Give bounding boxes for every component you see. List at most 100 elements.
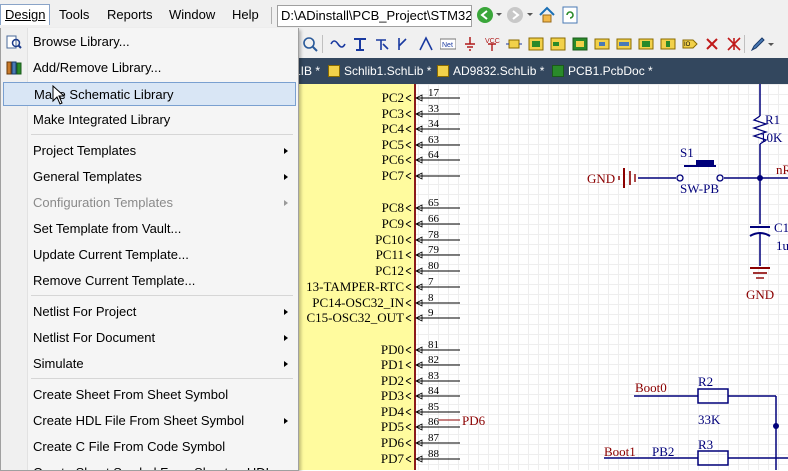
menu-help[interactable]: Help [228,5,263,25]
sheet-entry-icon[interactable] [550,36,566,52]
zoom-icon[interactable] [302,36,318,52]
gnd-label-left[interactable]: GND [587,171,615,186]
s1-switch[interactable] [696,160,714,166]
pin-name-label[interactable]: PC3 [382,106,404,121]
r1-value[interactable]: 10K [760,130,783,145]
pin-name-label[interactable]: PC14-OSC32_IN [312,295,404,310]
pin-io-arrow [405,423,412,431]
menu-item-general-templates[interactable]: General Templates [3,165,296,189]
port-icon-3[interactable] [638,36,654,52]
menu-item-add-remove-library[interactable]: Add/Remove Library... [3,56,296,80]
back-dropdown-icon[interactable] [496,13,502,16]
tab-pcb1[interactable]: PCB1.PcbDoc * [552,62,653,80]
pin-name-label[interactable]: 13-TAMPER-RTC [306,279,404,294]
schematic-canvas[interactable]: PC2 17 PC3 33 PC4 34 PC5 63 PC6 64 PC7 PC8 65 PC9 66 PC… [298,84,788,470]
menu-item-remove-current-template[interactable]: Remove Current Template... [3,269,296,293]
pin-name-label[interactable]: PD2 [381,373,404,388]
part-icon[interactable] [506,36,522,52]
r2-resistor[interactable] [697,388,729,404]
pin-name-label[interactable]: PC5 [382,137,404,152]
signal-harness-icon[interactable] [374,36,390,52]
harness-entry-icon[interactable] [418,36,434,52]
menu-item-create-hdl-file-from-sheet-symbol[interactable]: Create HDL File From Sheet Symbol [3,409,296,433]
menu-item-update-current-template[interactable]: Update Current Template... [3,243,296,267]
net-label-pd6[interactable]: PD6 [462,413,486,428]
pin-name-label[interactable]: PD0 [381,342,404,357]
r2-value[interactable]: 33K [698,412,721,427]
forward-arrow-icon[interactable] [507,7,523,23]
port-icon-4[interactable] [660,36,676,52]
port-icon-1[interactable] [594,36,610,52]
pin-name-label[interactable]: PD7 [381,451,405,466]
pin-name-label[interactable]: PD6 [381,435,405,450]
pin-name-label[interactable]: C15-OSC32_OUT [306,310,404,325]
pin-name-label[interactable]: PC4 [382,121,405,136]
no-erc-icon[interactable] [704,36,720,52]
s1-ref[interactable]: S1 [680,145,694,160]
path-field[interactable]: D:\ADinstall\PCB_Project\STM32 [277,5,472,27]
gnd-port-icon[interactable] [462,36,478,52]
r3-resistor[interactable] [697,450,729,466]
pin-name-label[interactable]: PC9 [382,216,404,231]
menu-item-project-templates[interactable]: Project Templates [3,139,296,163]
no-erc-multi-icon[interactable] [726,36,742,52]
pin-name-label[interactable]: PD3 [381,388,404,403]
r3-ref[interactable]: R3 [698,437,713,452]
menu-item-simulate[interactable]: Simulate [3,352,296,376]
pin-number: 78 [428,229,440,241]
menu-item-make-integrated-library[interactable]: Make Integrated Library [3,108,296,132]
net-label-nrst[interactable]: nR [776,162,788,177]
port-icon-2[interactable] [616,36,632,52]
pin-name-label[interactable]: PC8 [382,200,404,215]
bus-entry-icon[interactable] [396,36,412,52]
net-label-boot1[interactable]: Boot1 [604,444,636,459]
menu-item-create-sheet-from-sheet-symbol[interactable]: Create Sheet From Sheet Symbol [3,383,296,407]
r2-ref[interactable]: R2 [698,374,713,389]
home-icon[interactable] [538,6,556,24]
vcc-port-icon[interactable]: VCC [484,36,500,52]
menu-item-netlist-for-document[interactable]: Netlist For Document [3,326,296,350]
r1-ref[interactable]: R1 [765,112,780,127]
pin-name-label[interactable]: PC6 [382,152,405,167]
pin-name-label[interactable]: PC2 [382,90,404,105]
menu-tools[interactable]: Tools [55,5,93,25]
device-sheet-icon[interactable] [572,36,588,52]
c1-ref[interactable]: C1 [774,220,788,235]
menu-item-create-c-file-from-code-symbol[interactable]: Create C File From Code Symbol [3,435,296,459]
menu-reports[interactable]: Reports [103,5,157,25]
off-sheet-connector-icon[interactable]: IO [682,36,698,52]
menu-item-label: Remove Current Template... [33,273,196,288]
pen-dropdown-icon[interactable] [768,43,774,46]
s1-value[interactable]: SW-PB [680,181,719,196]
pin-name-label[interactable]: PC11 [376,247,404,262]
pin-name-label[interactable]: PC7 [382,168,405,183]
pin-name-label[interactable]: PC10 [375,232,404,247]
menu-item-label: Create C File From Code Symbol [33,439,226,454]
pen-icon[interactable] [750,36,766,52]
pb2-label[interactable]: PB2 [652,444,674,459]
tab-ad9832[interactable]: AD9832.SchLib * [437,62,544,80]
pin-io-arrow [405,94,412,102]
net-label-boot0[interactable]: Boot0 [635,380,667,395]
schematic-drawing: PC2 17 PC3 33 PC4 34 PC5 63 PC6 64 PC7 PC8 65 PC9 66 PC… [306,84,788,470]
pin-name-label[interactable]: PD5 [381,419,404,434]
menu-window[interactable]: Window [165,5,219,25]
forward-dropdown-icon[interactable] [527,13,533,16]
menu-item-make-schematic-library[interactable]: Make Schematic Library [3,82,296,106]
gnd-label-bottom[interactable]: GND [746,287,774,302]
pin-name-label[interactable]: PD4 [381,404,405,419]
menu-design[interactable]: Design [0,4,51,25]
pin-name-label[interactable]: PD1 [381,357,404,372]
menu-item-set-template-from-vault[interactable]: Set Template from Vault... [3,217,296,241]
bus-icon[interactable] [352,36,368,52]
net-label-icon[interactable]: Net [439,36,457,52]
refresh-page-icon[interactable] [562,6,578,24]
menu-item-netlist-for-project[interactable]: Netlist For Project [3,300,296,324]
wire-icon[interactable] [330,36,346,52]
c1-value[interactable]: 1u [776,238,788,253]
sheet-symbol-icon[interactable] [528,36,544,52]
pin-name-label[interactable]: PC12 [375,263,404,278]
back-arrow-icon[interactable] [477,7,493,23]
menu-item-browse-library[interactable]: Browse Library... [3,30,296,54]
tab-schlib1[interactable]: Schlib1.SchLib * [328,62,431,80]
